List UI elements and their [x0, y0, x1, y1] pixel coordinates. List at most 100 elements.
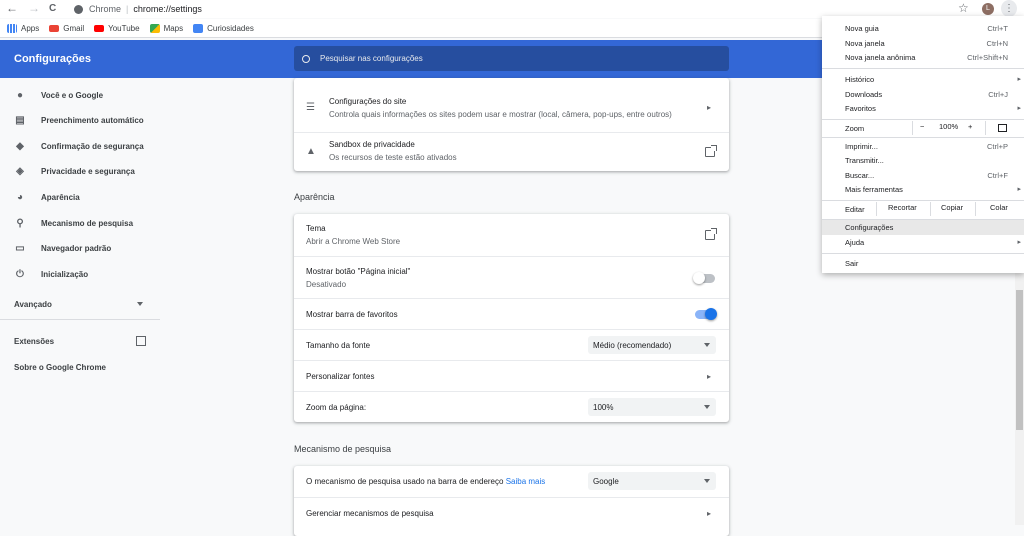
search-input[interactable]: Pesquisar nas configurações — [294, 46, 729, 71]
bookmark-curiosidades[interactable]: Curiosidades — [193, 23, 254, 33]
forward-button[interactable]: → — [28, 2, 40, 15]
menu-dots-icon[interactable]: ⋮ — [1001, 0, 1017, 17]
menu-item-zoom: Zoom − 100% + — [822, 121, 1024, 135]
search-engine-row: O mecanismo de pesquisa usado na barra d… — [294, 466, 729, 497]
site-settings-row[interactable]: ☰ Configurações do site Controla quais i… — [294, 86, 729, 132]
shield-check-icon: ◆ — [16, 140, 24, 152]
menu-divider — [822, 119, 1024, 120]
sidebar-item-you-and-google[interactable]: ● Você e o Google — [0, 83, 160, 107]
shield-icon: ◈ — [16, 165, 24, 177]
sidebar-item-default-browser[interactable]: ▭ Navegador padrão — [0, 236, 160, 260]
scrollbar-thumb[interactable] — [1016, 290, 1023, 430]
open-external-icon — [136, 336, 146, 346]
search-icon: ⚲ — [16, 217, 24, 229]
menu-item-print[interactable]: Imprimir... Ctrl+P — [822, 139, 1024, 153]
back-button[interactable]: ← — [6, 2, 18, 15]
site-info-icon[interactable] — [74, 4, 83, 14]
zoom-divider — [912, 121, 913, 135]
menu-divider — [822, 253, 1024, 254]
menu-item-cast[interactable]: Transmitir... — [822, 153, 1024, 167]
home-button-toggle[interactable] — [693, 272, 715, 284]
cut-button[interactable]: Recortar — [888, 203, 917, 212]
url-separator: | — [126, 4, 129, 14]
reload-button[interactable]: C — [49, 2, 56, 15]
font-size-select[interactable]: Médio (recomendado) — [588, 336, 716, 354]
page-title: Configurações — [14, 53, 92, 65]
font-size-row: Tamanho da fonte Médio (recomendado) — [294, 329, 729, 360]
menu-item-settings[interactable]: Configurações — [822, 220, 1024, 235]
chevron-right-icon: ▸ — [1017, 105, 1021, 112]
clipboard-icon: ▤ — [15, 114, 25, 126]
folder-grid-icon — [193, 23, 204, 33]
person-icon: ● — [16, 89, 24, 101]
sidebar-divider — [0, 319, 160, 320]
bookmark-gmail[interactable]: Gmail — [49, 24, 84, 33]
menu-item-find[interactable]: Buscar... Ctrl+F — [822, 168, 1024, 182]
manage-search-engines-row[interactable]: Gerenciar mecanismos de pesquisa ▸ — [294, 497, 729, 528]
search-engine-section-title: Mecanismo de pesquisa — [294, 444, 392, 454]
zoom-divider — [985, 121, 986, 135]
menu-item-incognito[interactable]: Nova janela anônima Ctrl+Shift+N — [822, 50, 1024, 64]
menu-item-downloads[interactable]: Downloads Ctrl+J — [822, 87, 1024, 101]
bookmarks-bar-row: Mostrar barra de favoritos — [294, 298, 729, 329]
sidebar-item-on-startup[interactable]: ⏻ Inicialização — [0, 262, 160, 286]
theme-row[interactable]: Tema Abrir a Chrome Web Store — [294, 214, 729, 256]
flask-icon: ▲ — [306, 146, 316, 157]
zoom-out-button[interactable]: − — [920, 122, 924, 131]
zoom-in-button[interactable]: + — [968, 122, 972, 131]
learn-more-link[interactable]: Saiba mais — [506, 477, 546, 486]
menu-divider — [822, 68, 1024, 69]
avatar[interactable]: L — [982, 3, 994, 15]
menu-divider — [822, 137, 1024, 138]
search-engine-card: O mecanismo de pesquisa usado na barra d… — [294, 466, 729, 536]
menu-item-more-tools[interactable]: Mais ferramentas ▸ — [822, 182, 1024, 196]
chevron-right-icon: ▸ — [1017, 186, 1021, 193]
copy-button[interactable]: Copiar — [941, 203, 963, 212]
privacy-card: ☰ Configurações do site Controla quais i… — [294, 78, 729, 171]
home-button-row: Mostrar botão "Página inicial" Desativad… — [294, 256, 729, 298]
sidebar-item-appearance[interactable]: ◕ Aparência — [0, 185, 160, 209]
search-engine-select[interactable]: Google — [588, 472, 716, 490]
sidebar-item-autofill[interactable]: ▤ Preenchimento automático — [0, 108, 160, 132]
menu-item-history[interactable]: Histórico ▸ — [822, 72, 1024, 86]
privacy-sandbox-row[interactable]: ▲ Sandbox de privacidade Os recursos de … — [294, 132, 729, 171]
sidebar-item-search-engine[interactable]: ⚲ Mecanismo de pesquisa — [0, 211, 160, 235]
address-bar[interactable]: Chrome | chrome://settings — [68, 1, 978, 17]
sidebar-extensions[interactable]: Extensões — [0, 329, 160, 353]
sidebar-item-privacy[interactable]: ◈ Privacidade e segurança — [0, 159, 160, 183]
power-icon: ⏻ — [16, 268, 24, 280]
youtube-icon — [94, 24, 105, 32]
menu-item-new-window[interactable]: Nova janela Ctrl+N — [822, 36, 1024, 50]
menu-item-exit[interactable]: Sair — [822, 256, 1024, 270]
bookmark-apps[interactable]: Apps — [7, 23, 39, 33]
sidebar: ● Você e o Google ▤ Preenchimento automáti… — [0, 78, 160, 525]
site-name: Chrome — [89, 4, 122, 14]
search-icon — [302, 54, 310, 63]
fullscreen-icon[interactable] — [998, 124, 1007, 132]
page-zoom-select[interactable]: 100% — [588, 398, 716, 416]
menu-item-edit: Editar Recortar Copiar Colar — [822, 202, 1024, 216]
chevron-right-icon: ▸ — [1017, 76, 1021, 83]
menu-divider — [822, 200, 1024, 201]
open-external-icon — [705, 145, 717, 157]
palette-icon: ◕ — [16, 191, 24, 203]
bookmark-youtube[interactable]: YouTube — [94, 24, 140, 33]
sidebar-item-safety-check[interactable]: ◆ Confirmação de segurança — [0, 134, 160, 158]
open-external-icon — [705, 228, 717, 240]
chevron-down-icon — [137, 302, 143, 306]
appearance-card: Tema Abrir a Chrome Web Store Mostrar bo… — [294, 214, 729, 422]
search-placeholder: Pesquisar nas configurações — [320, 54, 423, 63]
sidebar-about-chrome[interactable]: Sobre o Google Chrome — [0, 355, 160, 379]
star-icon[interactable]: ☆ — [958, 1, 969, 15]
apps-grid-icon — [7, 23, 17, 33]
menu-item-help[interactable]: Ajuda ▸ — [822, 235, 1024, 249]
edit-divider — [975, 202, 976, 216]
paste-button[interactable]: Colar — [990, 203, 1008, 212]
bookmarks-bar-toggle[interactable] — [695, 308, 717, 320]
chevron-right-icon: ▸ — [706, 103, 711, 112]
sidebar-advanced[interactable]: Avançado — [0, 292, 160, 316]
customize-fonts-row[interactable]: Personalizar fontes ▸ — [294, 360, 729, 391]
menu-item-new-tab[interactable]: Nova guia Ctrl+T — [822, 21, 1024, 35]
menu-item-favorites[interactable]: Favoritos ▸ — [822, 101, 1024, 115]
bookmark-maps[interactable]: Maps — [149, 23, 183, 33]
